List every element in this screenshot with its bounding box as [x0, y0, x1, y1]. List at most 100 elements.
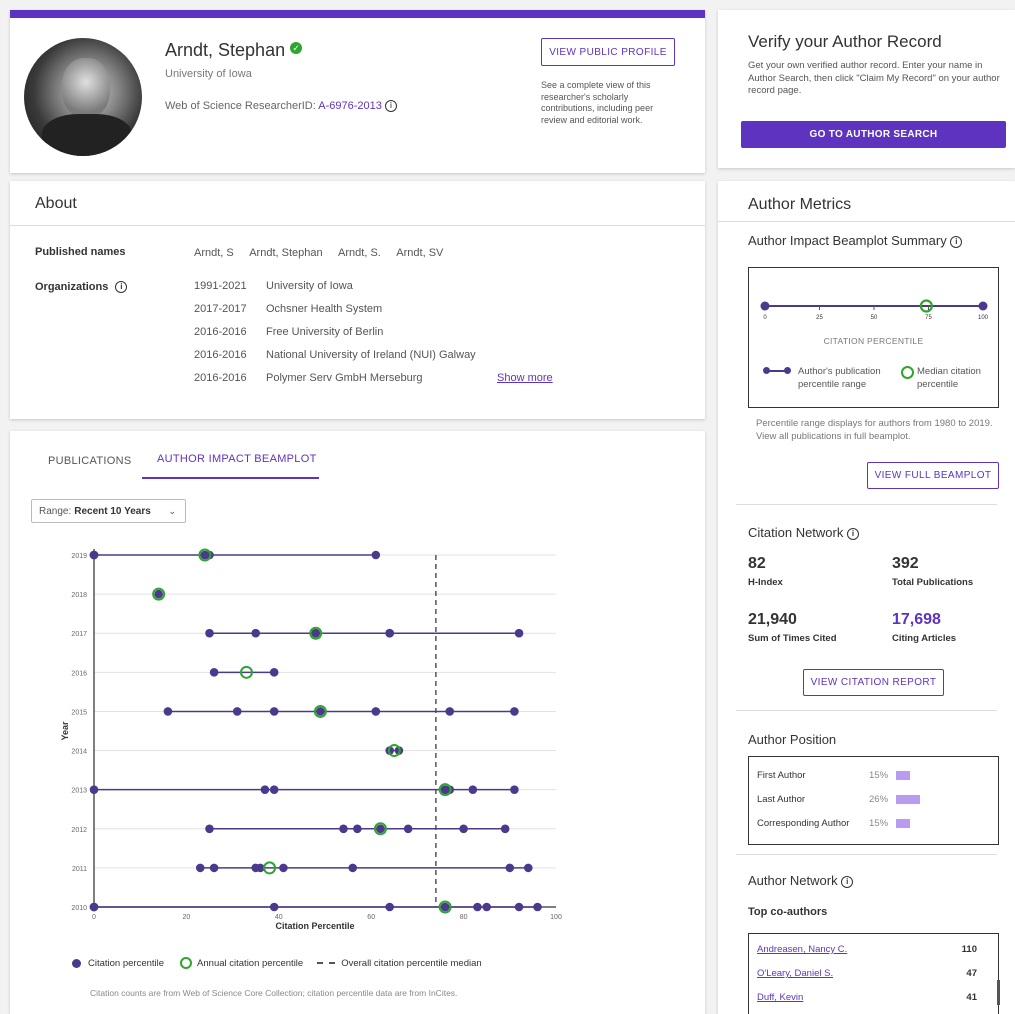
chart-footnote: Citation counts are from Web of Science …: [90, 988, 458, 998]
summary-legend-range: Author's publication percentile range: [798, 366, 881, 390]
show-more-link[interactable]: Show more: [497, 372, 553, 384]
citation-point: [403, 824, 413, 834]
org-name: Polymer Serv GmbH Merseburg: [266, 372, 423, 384]
about-title: About: [35, 195, 77, 212]
citation-point: [163, 707, 173, 716]
summary-min-point: [760, 301, 770, 311]
citing-articles-value[interactable]: 17,698: [892, 611, 941, 629]
citation-point: [311, 628, 321, 638]
info-icon[interactable]: i: [841, 875, 854, 888]
published-names-label: Published names: [35, 246, 126, 258]
citation-point: [195, 863, 205, 873]
researcher-id-link[interactable]: A-6976-2013: [318, 100, 382, 112]
citation-point: [510, 707, 519, 716]
divider: [736, 710, 997, 711]
researcher-id-label: Web of Science ResearcherID:: [165, 100, 316, 112]
citation-point: [316, 707, 325, 716]
profile-card: Arndt, Stephan ✓ University of Iowa Web …: [10, 10, 705, 173]
coauthor-row: O'Leary, Daniel S. 47: [757, 968, 987, 982]
organization-row: 2016-2016 National University of Ireland …: [194, 349, 476, 361]
view-public-profile-button[interactable]: VIEW PUBLIC PROFILE: [541, 38, 675, 66]
times-cited-value: 21,940: [748, 611, 797, 628]
scrollbar-thumb[interactable]: [997, 980, 1000, 1005]
published-name: Arndt, S: [194, 247, 234, 259]
coauthor-link[interactable]: Duff, Kevin: [757, 992, 803, 1003]
legend-citation-percentile: Citation percentile: [88, 957, 165, 969]
total-publications-value: 392: [892, 555, 919, 572]
coauthor-link[interactable]: O'Leary, Daniel S.: [757, 968, 833, 979]
total-publications-label: Total Publications: [892, 577, 974, 588]
author-position-pct: 15%: [869, 770, 889, 781]
author-metrics-title: Author Metrics: [748, 196, 852, 213]
year-tick-label: 2015: [71, 709, 87, 716]
range-value: Recent 10 Years: [74, 505, 151, 517]
author-position-label: Corresponding Author: [757, 818, 850, 829]
info-icon[interactable]: i: [384, 100, 397, 113]
coauthor-count: 110: [961, 944, 977, 955]
go-to-author-search-button[interactable]: GO TO AUTHOR SEARCH: [741, 121, 1006, 148]
verify-description: Get your own verified author record. Ent…: [748, 60, 1000, 96]
organization-row: 1991-2021 University of Iowa: [194, 280, 353, 292]
y-axis-label: Year: [60, 721, 70, 741]
legend-annual-citation-percentile: Annual citation percentile: [197, 957, 304, 969]
summary-tick-label: 100: [978, 315, 989, 321]
view-citation-report-button[interactable]: VIEW CITATION REPORT: [803, 669, 944, 696]
avatar: [24, 38, 142, 156]
author-position-label: First Author: [757, 770, 806, 781]
h-index-value: 82: [748, 555, 766, 572]
citation-point: [371, 707, 381, 716]
tab-author-impact-beamplot[interactable]: AUTHOR IMPACT BEAMPLOT: [157, 453, 317, 465]
summary-tick-label: 75: [925, 315, 932, 321]
coauthor-link[interactable]: Andreasen, Nancy C.: [757, 944, 847, 955]
divider: [736, 504, 997, 505]
metrics-card: Author Metrics Author Impact Beamplot Su…: [718, 181, 1015, 1014]
citation-point: [473, 902, 482, 912]
summary-legend-range-icon: [763, 366, 791, 376]
org-name: National University of Ireland (NUI) Gal…: [266, 349, 476, 361]
summary-tick-label: 0: [763, 315, 767, 321]
org-name: Free University of Berlin: [266, 326, 384, 338]
citation-point: [385, 902, 394, 912]
citation-point: [154, 589, 163, 599]
citing-articles-label: Citing Articles: [892, 633, 957, 644]
author-position-title: Author Position: [748, 732, 837, 747]
info-icon[interactable]: i: [115, 281, 128, 294]
coauthor-count: 47: [966, 968, 977, 979]
year-tick-label: 2019: [71, 553, 87, 560]
tab-active-underline: [142, 477, 319, 479]
citation-point: [205, 628, 214, 638]
citation-point: [209, 668, 219, 677]
info-icon[interactable]: i: [950, 235, 963, 248]
view-full-beamplot-button[interactable]: VIEW FULL BEAMPLOT: [867, 462, 999, 489]
tab-publications[interactable]: PUBLICATIONS: [48, 455, 131, 467]
org-name: Ochsner Health System: [266, 303, 383, 315]
chart-legend: Citation percentile Annual citation perc…: [72, 957, 482, 969]
citation-point: [89, 902, 99, 912]
citation-point: [514, 902, 524, 912]
range-select[interactable]: Range: Recent 10 Years ⌄: [31, 499, 186, 523]
divider: [736, 854, 997, 855]
citation-point: [523, 863, 533, 873]
beamplot-summary-title: Author Impact Beamplot Summary: [748, 233, 947, 248]
organizations-label-row: Organizations i: [35, 281, 128, 294]
citation-point: [514, 628, 524, 638]
summary-max-point: [978, 301, 988, 311]
citation-point: [260, 785, 270, 794]
citation-point: [353, 824, 362, 834]
author-position-row: Last Author 26%: [757, 794, 992, 808]
org-years: 2016-2016: [194, 349, 247, 361]
organization-row: 2017-2017 Ochsner Health System: [194, 303, 382, 315]
author-position-bar: [896, 771, 910, 780]
citation-network-title: Citation Network: [748, 525, 844, 540]
citation-point: [339, 824, 348, 834]
summary-tick-label: 25: [816, 315, 823, 321]
citation-point: [269, 668, 279, 677]
coauthor-row: Andreasen, Nancy C. 110: [757, 944, 987, 958]
org-name: University of Iowa: [266, 280, 353, 292]
public-profile-description: See a complete view of this researcher's…: [541, 80, 654, 125]
top-coauthors-label: Top co-authors: [748, 906, 828, 918]
x-tick-label: 0: [92, 914, 96, 921]
info-icon[interactable]: i: [847, 527, 859, 540]
divider: [718, 221, 1015, 222]
year-tick-label: 2012: [71, 827, 87, 834]
